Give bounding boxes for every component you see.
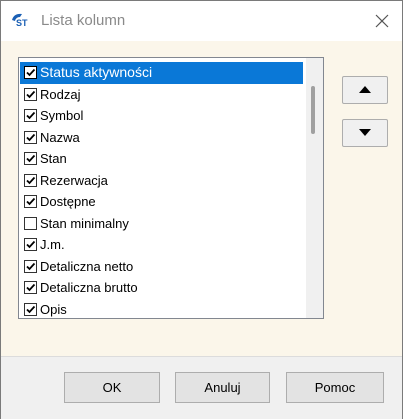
list-item[interactable]: Status aktywności [20, 62, 303, 84]
list-item[interactable]: Detaliczna brutto [20, 277, 303, 299]
column-list[interactable]: Status aktywności Rodzaj Symbol Nazwa Stan Re… [18, 57, 324, 319]
checkmark-icon [26, 176, 36, 184]
list-item-label: Rodzaj [40, 86, 81, 102]
list-item-label: Stan [40, 151, 67, 166]
scrollbar-thumb[interactable] [311, 86, 315, 134]
checkbox[interactable] [24, 152, 37, 165]
checkmark-icon [26, 262, 36, 270]
list-item-label: Symbol [40, 108, 84, 123]
checkmark-icon [26, 68, 36, 77]
checkmark-icon [26, 197, 36, 206]
list-item-label: Opis [40, 301, 67, 317]
checkbox[interactable] [24, 259, 37, 273]
list-item-label: J.m. [40, 237, 65, 252]
svg-text:ST: ST [16, 18, 28, 28]
vertical-scrollbar[interactable] [306, 58, 323, 318]
window-title: Lista kolumn [41, 12, 126, 29]
column-items: Status aktywności Rodzaj Symbol Nazwa Stan Re… [20, 62, 303, 319]
checkbox[interactable] [24, 109, 37, 122]
checkbox[interactable] [24, 130, 37, 144]
help-button[interactable]: Pomoc [286, 372, 384, 403]
checkbox[interactable] [24, 238, 37, 251]
list-item[interactable]: Symbol [20, 105, 303, 127]
cancel-button[interactable]: Anuluj [175, 372, 270, 403]
list-item-label: Stan minimalny [40, 215, 129, 231]
checkbox[interactable] [24, 302, 37, 316]
list-item-label: Nazwa [40, 129, 80, 145]
checkbox[interactable] [24, 173, 37, 187]
list-item[interactable]: Stan minimalny [20, 213, 303, 235]
list-item[interactable]: Opis [20, 299, 303, 319]
checkbox[interactable] [24, 195, 37, 208]
app-logo-icon: ST [12, 13, 28, 28]
checkmark-icon [26, 154, 36, 163]
close-icon[interactable] [371, 10, 393, 32]
checkbox[interactable] [24, 87, 37, 101]
arrow-up-icon [359, 86, 371, 93]
checkbox[interactable] [24, 216, 37, 230]
list-item[interactable]: Dostępne [20, 191, 303, 213]
arrow-down-icon [359, 129, 371, 136]
checkbox[interactable] [24, 66, 37, 79]
list-item-label: Detaliczna netto [40, 258, 134, 274]
move-down-button[interactable] [342, 119, 388, 147]
checkmark-icon [26, 111, 36, 120]
title-bar: ST Lista kolumn [1, 1, 402, 41]
checkbox[interactable] [24, 281, 37, 294]
checkmark-icon [26, 305, 36, 313]
list-item-label: Dostępne [40, 194, 96, 209]
checkmark-icon [26, 90, 36, 98]
list-item[interactable]: Stan [20, 148, 303, 170]
checkmark-icon [26, 283, 36, 292]
list-item-label: Status aktywności [40, 64, 153, 80]
button-bar: OK Anuluj Pomoc [1, 356, 402, 419]
ok-button[interactable]: OK [64, 372, 160, 403]
list-item-label: Rezerwacja [40, 172, 108, 188]
checkmark-icon [26, 133, 36, 141]
checkmark-icon [26, 240, 36, 249]
list-item[interactable]: Rodzaj [20, 84, 303, 106]
list-item[interactable]: Rezerwacja [20, 170, 303, 192]
list-item[interactable]: Detaliczna netto [20, 256, 303, 278]
list-item-label: Detaliczna brutto [40, 280, 138, 295]
dialog-window: ST Lista kolumn Status aktywności Rodzaj S… [0, 0, 403, 419]
list-item[interactable]: Nazwa [20, 127, 303, 149]
move-up-button[interactable] [342, 76, 388, 104]
list-item[interactable]: J.m. [20, 234, 303, 256]
